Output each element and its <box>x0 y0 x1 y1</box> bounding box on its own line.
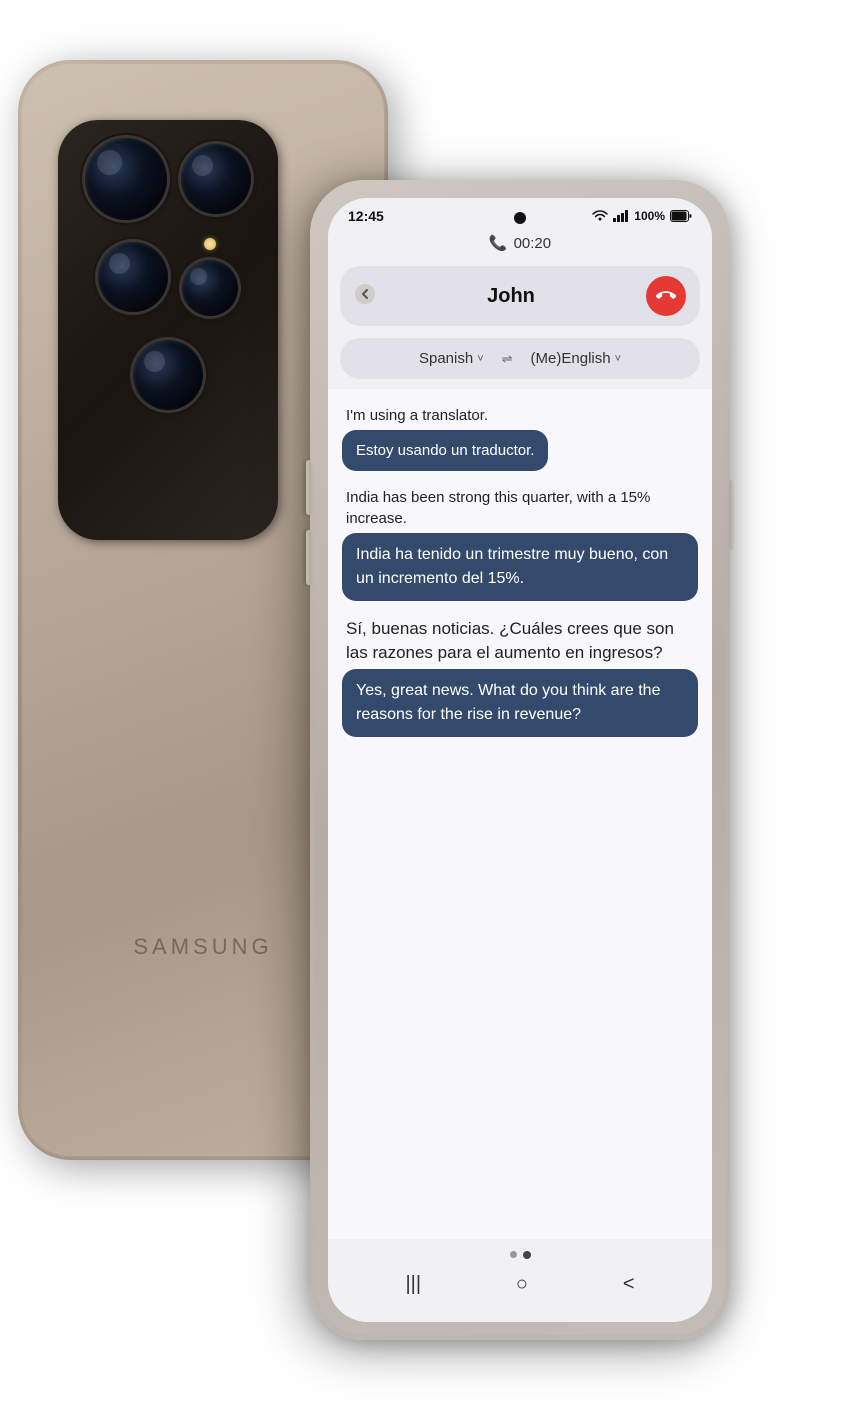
battery-icon <box>670 210 692 222</box>
wifi-icon <box>592 210 608 222</box>
status-icons: 100% <box>592 209 692 223</box>
nav-icons: ||| ○ < <box>328 1273 712 1296</box>
samsung-logo: SAMSUNG <box>133 934 272 960</box>
end-call-button[interactable] <box>646 276 686 316</box>
call-timer: 📞 00:20 <box>328 234 712 252</box>
bubble-translated-1: Estoy usando un traductor. <box>342 430 548 471</box>
nav-dot-1 <box>510 1251 517 1258</box>
bubble-group-3: Sí, buenas noticias. ¿Cuáles crees que s… <box>342 617 698 737</box>
lang-to-pill[interactable]: (Me)English ˅ <box>521 346 631 371</box>
chat-area: I'm using a translator. Estoy usando un … <box>328 389 712 1239</box>
nav-back[interactable]: < <box>623 1273 635 1296</box>
bubble-translated-3: Yes, great news. What do you think are t… <box>342 669 698 737</box>
flash-led <box>204 238 216 250</box>
front-vol-up-button[interactable] <box>306 460 311 515</box>
lang-from-pill[interactable]: Spanish ˅ <box>409 346 494 371</box>
front-power-button[interactable] <box>729 480 734 550</box>
bubble-plain-3: Sí, buenas noticias. ¿Cuáles crees que s… <box>342 617 698 665</box>
call-duration: 00:20 <box>514 235 552 252</box>
phone-front: 12:45 100% <box>310 180 730 1340</box>
camera-lens-ultra <box>133 340 203 410</box>
camera-lens-tele2 <box>182 260 238 316</box>
nav-dot-2 <box>523 1251 531 1259</box>
signal-icon <box>613 210 629 222</box>
back-button[interactable] <box>354 283 376 310</box>
phone-call-icon: 📞 <box>489 234 508 252</box>
call-info-bar: 📞 00:20 <box>328 228 712 260</box>
bubble-group-2: India has been strong this quarter, with… <box>342 487 698 601</box>
language-selector[interactable]: Spanish ˅ ⇌ (Me)English ˅ <box>340 338 700 379</box>
lang-swap-icon[interactable]: ⇌ <box>502 351 513 367</box>
translator-header: John <box>340 266 700 326</box>
phone-screen: 12:45 100% <box>328 198 712 1322</box>
lang-to-chevron: ˅ <box>615 353 621 365</box>
contact-name: John <box>384 285 638 308</box>
bubble-group-1: I'm using a translator. Estoy usando un … <box>342 405 698 471</box>
nav-recent-apps[interactable]: ||| <box>405 1273 421 1296</box>
battery-text: 100% <box>634 209 665 223</box>
lang-from-chevron: ˅ <box>477 353 483 365</box>
camera-hole <box>514 212 526 224</box>
bubble-plain-1: I'm using a translator. <box>342 405 698 426</box>
app-content: 📞 00:20 John <box>328 228 712 1316</box>
bubble-plain-2: India has been strong this quarter, with… <box>342 487 698 529</box>
nav-home[interactable]: ○ <box>516 1273 528 1296</box>
camera-lens-tele1 <box>181 144 251 214</box>
camera-lens-main <box>85 138 167 220</box>
nav-dots <box>510 1251 531 1259</box>
camera-module <box>58 120 278 540</box>
front-vol-down-button[interactable] <box>306 530 311 585</box>
status-time: 12:45 <box>348 208 384 224</box>
bubble-translated-2: India ha tenido un trimestre muy bueno, … <box>342 533 698 601</box>
nav-bar: ||| ○ < <box>328 1239 712 1316</box>
lang-from-label: Spanish <box>419 350 473 367</box>
camera-lens-wide <box>98 242 168 312</box>
lang-to-label: (Me)English <box>531 350 611 367</box>
